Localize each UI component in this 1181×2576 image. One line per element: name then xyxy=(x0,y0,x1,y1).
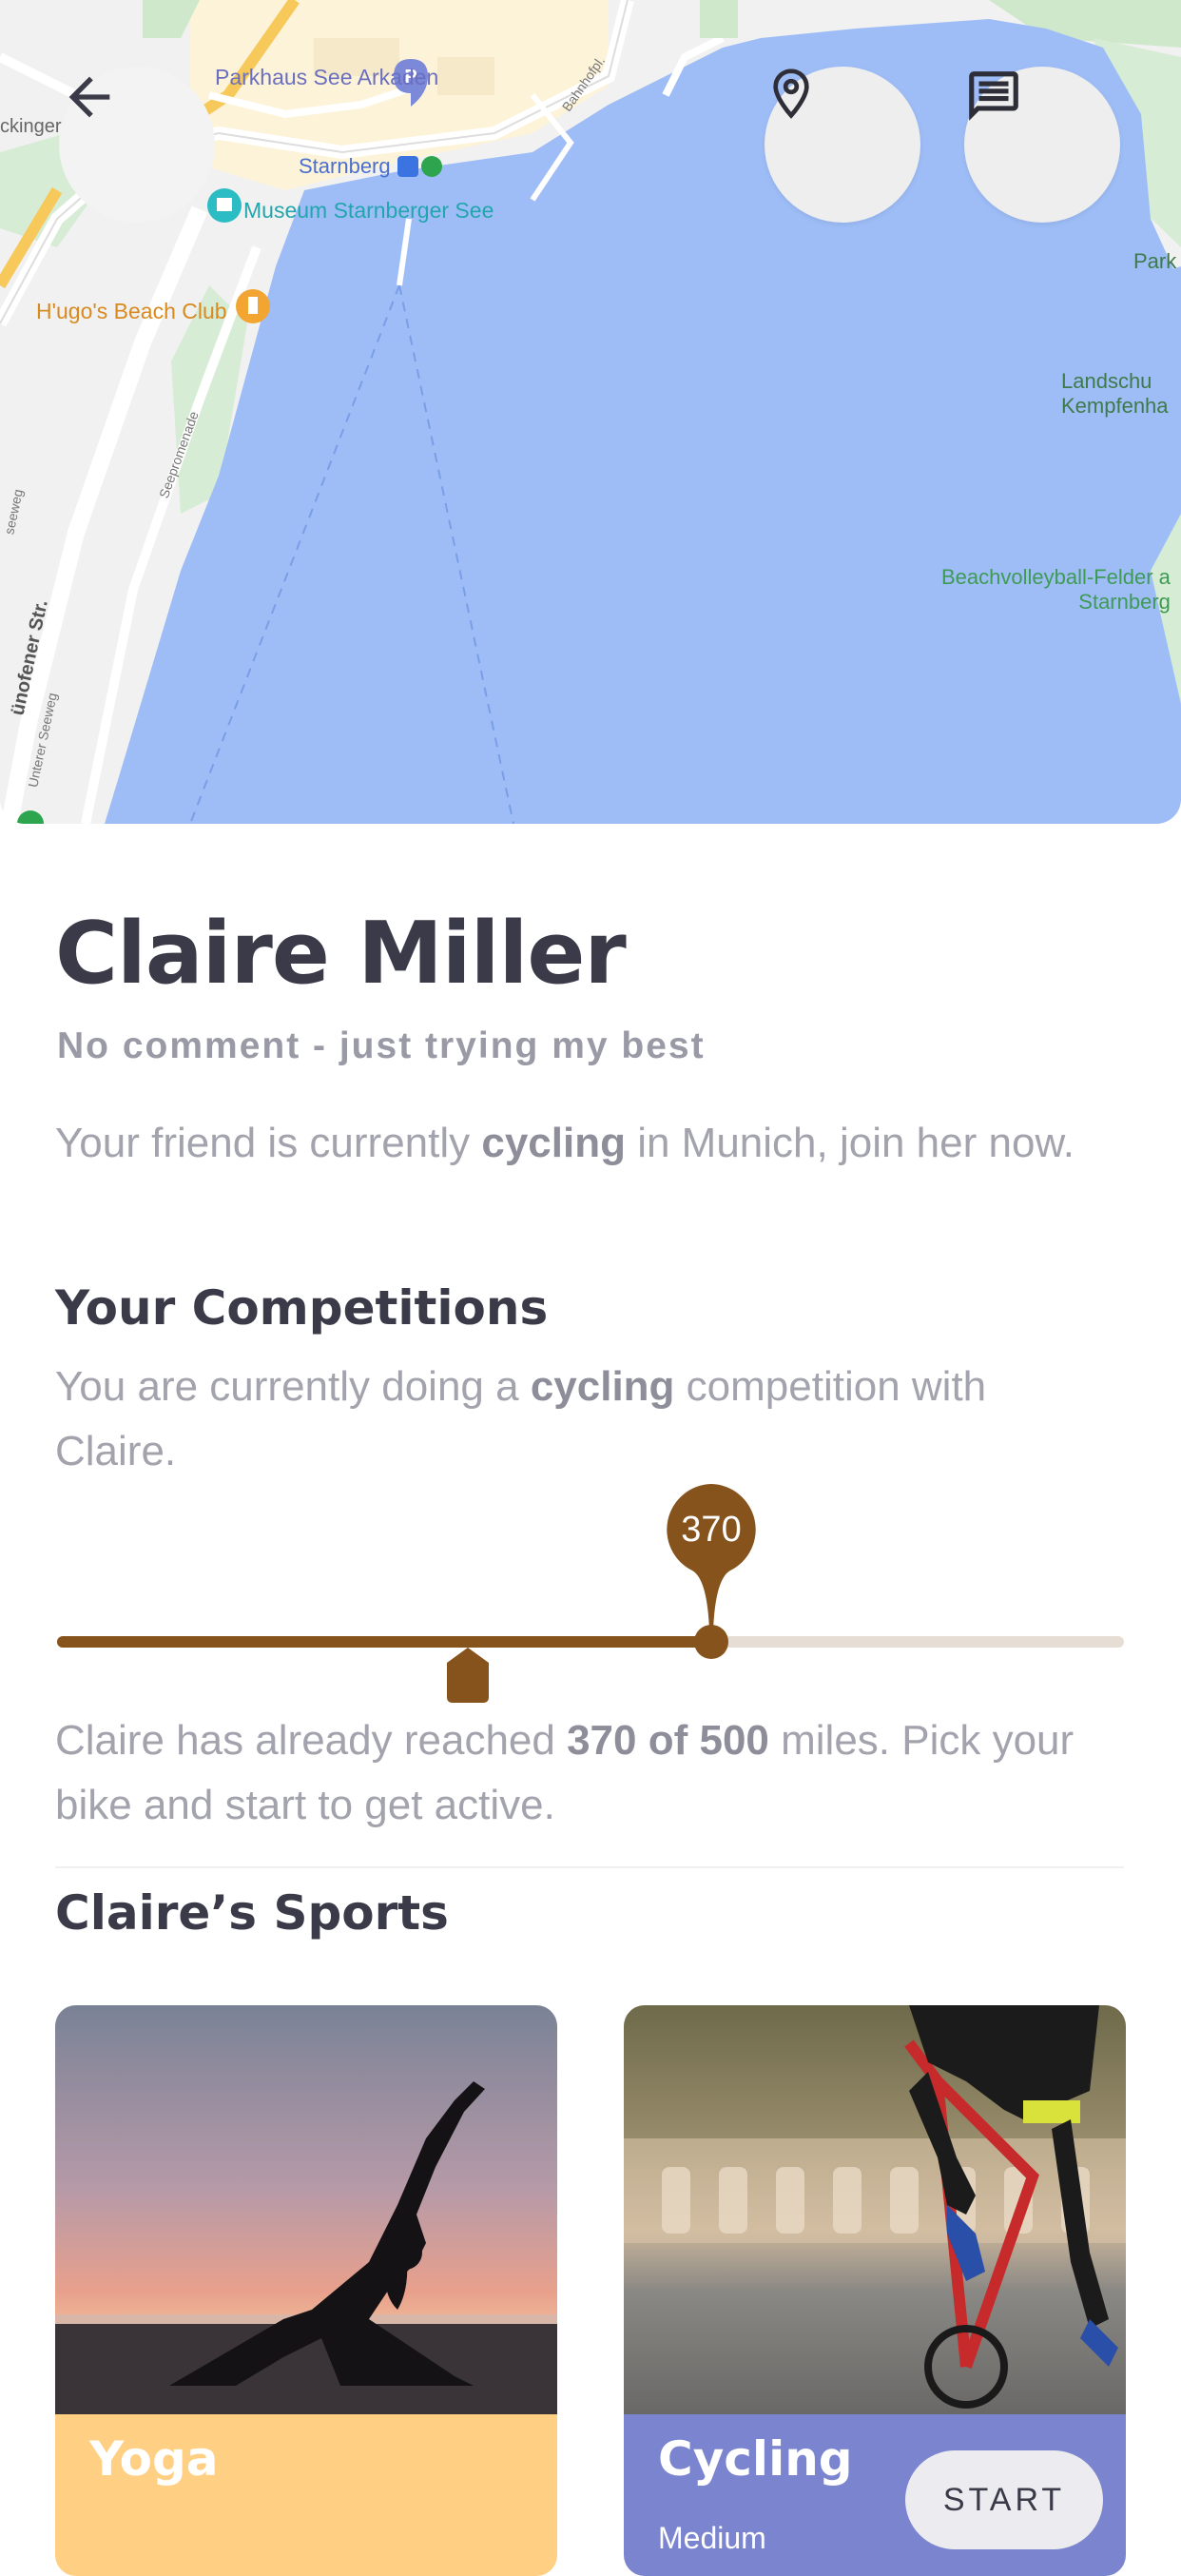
back-button[interactable] xyxy=(59,67,215,223)
slider-value-bubble xyxy=(667,1484,756,1631)
start-button[interactable]: START xyxy=(905,2450,1103,2549)
map-label-beachvolleyball: Beachvolleyball-Felder a Starnberg xyxy=(941,565,1171,614)
map-label-parkhaus: Parkhaus See Arkaden xyxy=(215,65,439,89)
yoga-photo xyxy=(55,2005,557,2414)
slider-thumb[interactable] xyxy=(694,1625,728,1659)
section-divider xyxy=(55,1866,1124,1868)
sport-card-cycling[interactable]: Cycling Medium START xyxy=(624,2005,1126,2576)
profile-intro: Your friend is currently cycling in Muni… xyxy=(55,1120,1075,1166)
sports-title: Claire’s Sports xyxy=(55,1885,449,1941)
map-label-museum: Museum Starnberger See xyxy=(243,198,494,223)
competition-progress-text: Claire has already reached 370 of 500 mi… xyxy=(55,1717,1075,1828)
back-arrow-icon xyxy=(68,76,110,118)
sport-card-yoga[interactable]: Yoga xyxy=(55,2005,557,2576)
profile-status: No comment - just trying my best xyxy=(57,1025,706,1066)
competitions-title: Your Competitions xyxy=(55,1280,549,1336)
map-label-landscape: Landschu Kempfenha xyxy=(1061,369,1169,418)
intro-activity: cycling xyxy=(481,1120,626,1166)
location-button[interactable] xyxy=(765,67,920,223)
cycling-card-title: Cycling xyxy=(658,2431,853,2487)
message-icon xyxy=(969,71,1018,121)
map-label-park: Park xyxy=(1133,249,1177,273)
map-label-beach-club: H'ugo's Beach Club xyxy=(36,299,227,323)
profile-name: Claire Miller xyxy=(55,904,627,1004)
cycling-card-level: Medium xyxy=(658,2521,766,2555)
map-label-kinger: ckinger xyxy=(0,116,62,137)
slider-track-fill xyxy=(57,1636,711,1648)
map-label-starnberg-station: Starnberg xyxy=(299,154,391,178)
yoga-card-title: Yoga xyxy=(89,2431,219,2487)
opponent-marker-icon xyxy=(447,1648,489,1703)
message-button[interactable] xyxy=(964,67,1120,223)
slider-value-label: 370 xyxy=(681,1510,742,1550)
location-pin-icon xyxy=(773,68,809,119)
map-view[interactable]: P Parkhaus See Arkaden Starnberg Museum … xyxy=(0,0,1181,824)
competitions-description: You are currently doing a cycling compet… xyxy=(55,1363,987,1474)
cycling-photo xyxy=(624,2005,1126,2414)
progress-amount: 370 of 500 xyxy=(567,1717,769,1764)
competition-activity: cycling xyxy=(530,1363,675,1410)
